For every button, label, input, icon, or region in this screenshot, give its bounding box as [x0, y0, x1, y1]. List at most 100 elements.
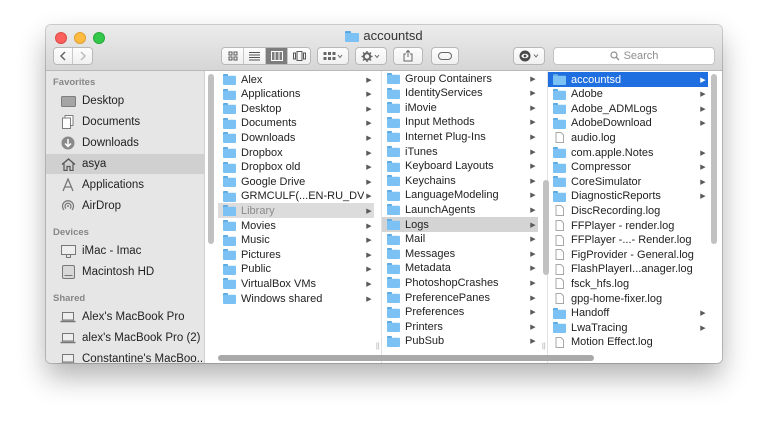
folder-row[interactable]: VirtualBox VMs ▶ — [218, 276, 374, 291]
folder-row[interactable]: com.apple.Notes ▶ — [548, 145, 708, 160]
folder-row[interactable]: GRMCULF(...EN-RU_DVD ▶ — [218, 189, 374, 204]
file-row[interactable]: DiscRecording.log — [548, 203, 708, 218]
icon-view-button[interactable] — [222, 48, 244, 64]
folder-row[interactable]: PreferencePanes ▶ — [382, 290, 538, 305]
folder-row[interactable]: Music ▶ — [218, 233, 374, 248]
folder-row[interactable]: Alex ▶ — [218, 72, 374, 87]
share-button[interactable] — [393, 47, 423, 65]
browser-column-logs[interactable]: accountsd ▶ Adobe ▶ Adobe_ADMLogs ▶ AdobeDownl… — [548, 71, 722, 363]
sidebar-item-asya[interactable]: asya — [46, 154, 204, 174]
folder-row[interactable]: PhotoshopCrashes ▶ — [382, 275, 538, 290]
folder-row[interactable]: Downloads ▶ — [218, 130, 374, 145]
file-row[interactable]: FFPlayer - render.log — [548, 218, 708, 233]
sidebar-item-applications[interactable]: Applications — [46, 175, 204, 195]
column-view-button[interactable] — [266, 48, 288, 64]
sidebar-item-desktop[interactable]: Desktop — [46, 91, 204, 111]
file-row[interactable]: FlashPlayerI...anager.log — [548, 262, 708, 277]
item-label: accountsd — [571, 73, 622, 86]
folder-row[interactable]: Movies ▶ — [218, 218, 374, 233]
folder-row[interactable]: PubSub ▶ — [382, 334, 538, 349]
forward-button[interactable] — [73, 48, 92, 64]
folder-row[interactable]: Handoff ▶ — [548, 306, 708, 321]
document-icon — [555, 293, 564, 304]
folder-row[interactable]: Group Containers ▶ — [382, 71, 538, 86]
folder-row[interactable]: Preferences ▶ — [382, 305, 538, 320]
folder-row[interactable]: IdentityServices ▶ — [382, 86, 538, 101]
action-menu-button[interactable] — [355, 47, 387, 65]
folder-row[interactable]: Input Methods ▶ — [382, 115, 538, 130]
folder-icon — [223, 147, 236, 158]
folder-row[interactable]: Dropbox old ▶ — [218, 160, 374, 175]
search-field[interactable]: Search — [553, 47, 715, 65]
sidebar-item-alex-macbook-pro[interactable]: Alex's MacBook Pro — [46, 307, 204, 327]
folder-row[interactable]: Printers ▶ — [382, 319, 538, 334]
sidebar-item-documents[interactable]: Documents — [46, 112, 204, 132]
column-scrollbar-library[interactable] — [543, 180, 549, 275]
column-resize-handle[interactable]: || — [542, 343, 546, 350]
folder-row[interactable]: Keychains ▶ — [382, 173, 538, 188]
folder-row[interactable]: Messages ▶ — [382, 246, 538, 261]
folder-row[interactable]: Library ▶ — [218, 203, 374, 219]
folder-row[interactable]: Adobe ▶ — [548, 87, 708, 102]
folder-row[interactable]: Dropbox ▶ — [218, 145, 374, 160]
disclosure-arrow-icon: ▶ — [366, 280, 372, 288]
sidebar-item-downloads[interactable]: Downloads — [46, 133, 204, 153]
folder-row[interactable]: iTunes ▶ — [382, 144, 538, 159]
sidebar-item-airdrop[interactable]: AirDrop — [46, 196, 204, 216]
folder-row[interactable]: Logs ▶ — [382, 217, 538, 232]
folder-row[interactable]: Windows shared ▶ — [218, 291, 374, 306]
document-icon — [555, 234, 564, 246]
sidebar-item-alex-macbook-pro-2[interactable]: alex's MacBook Pro (2) — [46, 328, 204, 348]
folder-row[interactable]: LaunchAgents ▶ — [382, 202, 538, 217]
folder-row[interactable]: Documents ▶ — [218, 116, 374, 131]
disclosure-arrow-icon: ▶ — [366, 105, 372, 113]
browser-column-home[interactable]: Alex ▶ Applications ▶ Desktop ▶ Documents ▶ Down… — [218, 71, 382, 363]
folder-row[interactable]: iMovie ▶ — [382, 100, 538, 115]
folder-row[interactable]: LanguageModeling ▶ — [382, 188, 538, 203]
sidebar-heading-shared: Shared — [53, 293, 86, 304]
folder-row[interactable]: Public ▶ — [218, 262, 374, 277]
folder-row[interactable]: Metadata ▶ — [382, 261, 538, 276]
sidebar-item-macintosh-hd[interactable]: Macintosh HD — [46, 262, 204, 282]
folder-icon — [387, 189, 400, 201]
folder-row[interactable]: Pictures ▶ — [218, 247, 374, 262]
group-by-button[interactable] — [317, 47, 349, 65]
file-row[interactable]: FigProvider - General.log — [548, 247, 708, 262]
folder-row[interactable]: Mail ▶ — [382, 232, 538, 247]
folder-icon — [387, 146, 400, 157]
list-view-button[interactable] — [244, 48, 266, 64]
column-scrollbar-logs[interactable] — [711, 74, 717, 244]
folder-row[interactable]: accountsd ▶ — [548, 72, 708, 87]
file-row[interactable]: audio.log — [548, 130, 708, 145]
edit-tags-button[interactable] — [431, 47, 459, 65]
folder-row[interactable]: Adobe_ADMLogs ▶ — [548, 101, 708, 116]
folder-row[interactable]: AdobeDownload ▶ — [548, 116, 708, 131]
file-row[interactable]: Motion Effect.log — [548, 335, 708, 350]
disclosure-arrow-icon: ▶ — [366, 178, 372, 186]
file-row[interactable]: gpg-home-fixer.log — [548, 291, 708, 306]
column-resize-handle[interactable]: || — [376, 343, 380, 350]
folder-icon — [553, 190, 566, 202]
gallery-view-button[interactable] — [288, 48, 310, 64]
sidebar-scrollbar[interactable] — [208, 74, 214, 244]
laptop-icon — [60, 352, 76, 363]
folder-row[interactable]: Keyboard Layouts ▶ — [382, 159, 538, 174]
folder-row[interactable]: Compressor ▶ — [548, 160, 708, 175]
folder-row[interactable]: Google Drive ▶ — [218, 174, 374, 189]
folder-row[interactable]: LwaTracing ▶ — [548, 320, 708, 335]
quick-look-button[interactable] — [513, 47, 545, 65]
folder-row[interactable]: DiagnosticReports ▶ — [548, 189, 708, 204]
file-row[interactable]: fsck_hfs.log — [548, 276, 708, 291]
sidebar-item-constantine-macbook[interactable]: Constantine's MacBoo... — [46, 349, 204, 363]
folder-row[interactable]: Internet Plug-Ins ▶ — [382, 129, 538, 144]
folder-row[interactable]: Desktop ▶ — [218, 101, 374, 116]
browser-column-library[interactable]: Group Containers ▶ IdentityServices ▶ iMovie… — [382, 71, 548, 363]
back-button[interactable] — [54, 48, 74, 64]
folder-row[interactable]: CoreSimulator ▶ — [548, 174, 708, 189]
folder-row[interactable]: Applications ▶ — [218, 87, 374, 102]
cover-flow-icon — [292, 51, 306, 61]
folder-icon — [553, 88, 566, 100]
horizontal-scrollbar[interactable] — [218, 355, 594, 361]
sidebar-item-imac[interactable]: iMac - Imac — [46, 241, 204, 261]
file-row[interactable]: FFPlayer -...- Render.log — [548, 233, 708, 248]
